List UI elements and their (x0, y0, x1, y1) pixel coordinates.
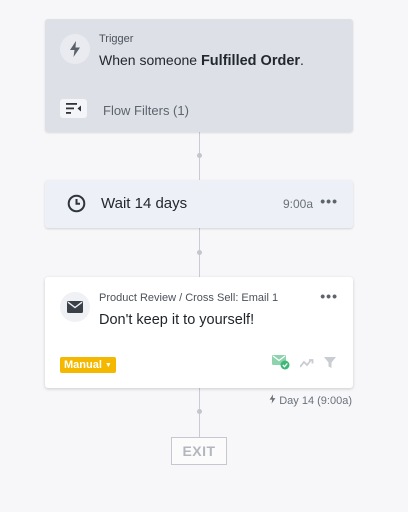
wait-time: 9:00a (282, 197, 313, 211)
exit-node: EXIT (171, 437, 227, 465)
clock-icon (67, 194, 86, 218)
envelope-icon (60, 292, 90, 322)
filter-icon[interactable] (324, 356, 336, 374)
ab-split-icon[interactable] (299, 356, 314, 374)
wait-card[interactable]: Wait 14 days 9:00a ••• (45, 180, 353, 228)
flow-filter-icon[interactable] (60, 99, 87, 118)
trigger-description: When someone Fulfilled Order. (99, 52, 304, 69)
more-horizontal-icon[interactable]: ••• (320, 193, 338, 209)
more-horizontal-icon[interactable]: ••• (320, 288, 338, 304)
connector-dot (197, 250, 202, 255)
status-badge[interactable]: Manual ▼ (60, 357, 116, 373)
caret-down-icon: ▼ (104, 361, 112, 369)
connector-dot (197, 153, 202, 158)
wait-label: Wait 14 days (101, 195, 188, 212)
email-card[interactable]: Product Review / Cross Sell: Email 1 Don… (45, 277, 353, 388)
email-check-icon[interactable] (272, 355, 290, 375)
trigger-card[interactable]: Trigger When someone Fulfilled Order. Fl… (45, 19, 353, 132)
flow-filters-link[interactable]: Flow Filters (1) (103, 103, 189, 118)
lightning-bolt-icon (60, 34, 90, 64)
email-subject: Don't keep it to yourself! (99, 312, 255, 328)
schedule-label: Day 14 (9:00a) (269, 394, 352, 407)
trigger-event: Fulfilled Order (200, 53, 301, 69)
trigger-label: Trigger (99, 33, 134, 45)
email-name: Product Review / Cross Sell: Email 1 (99, 292, 279, 304)
lightning-bolt-icon (269, 394, 276, 407)
connector-dot (197, 409, 202, 414)
